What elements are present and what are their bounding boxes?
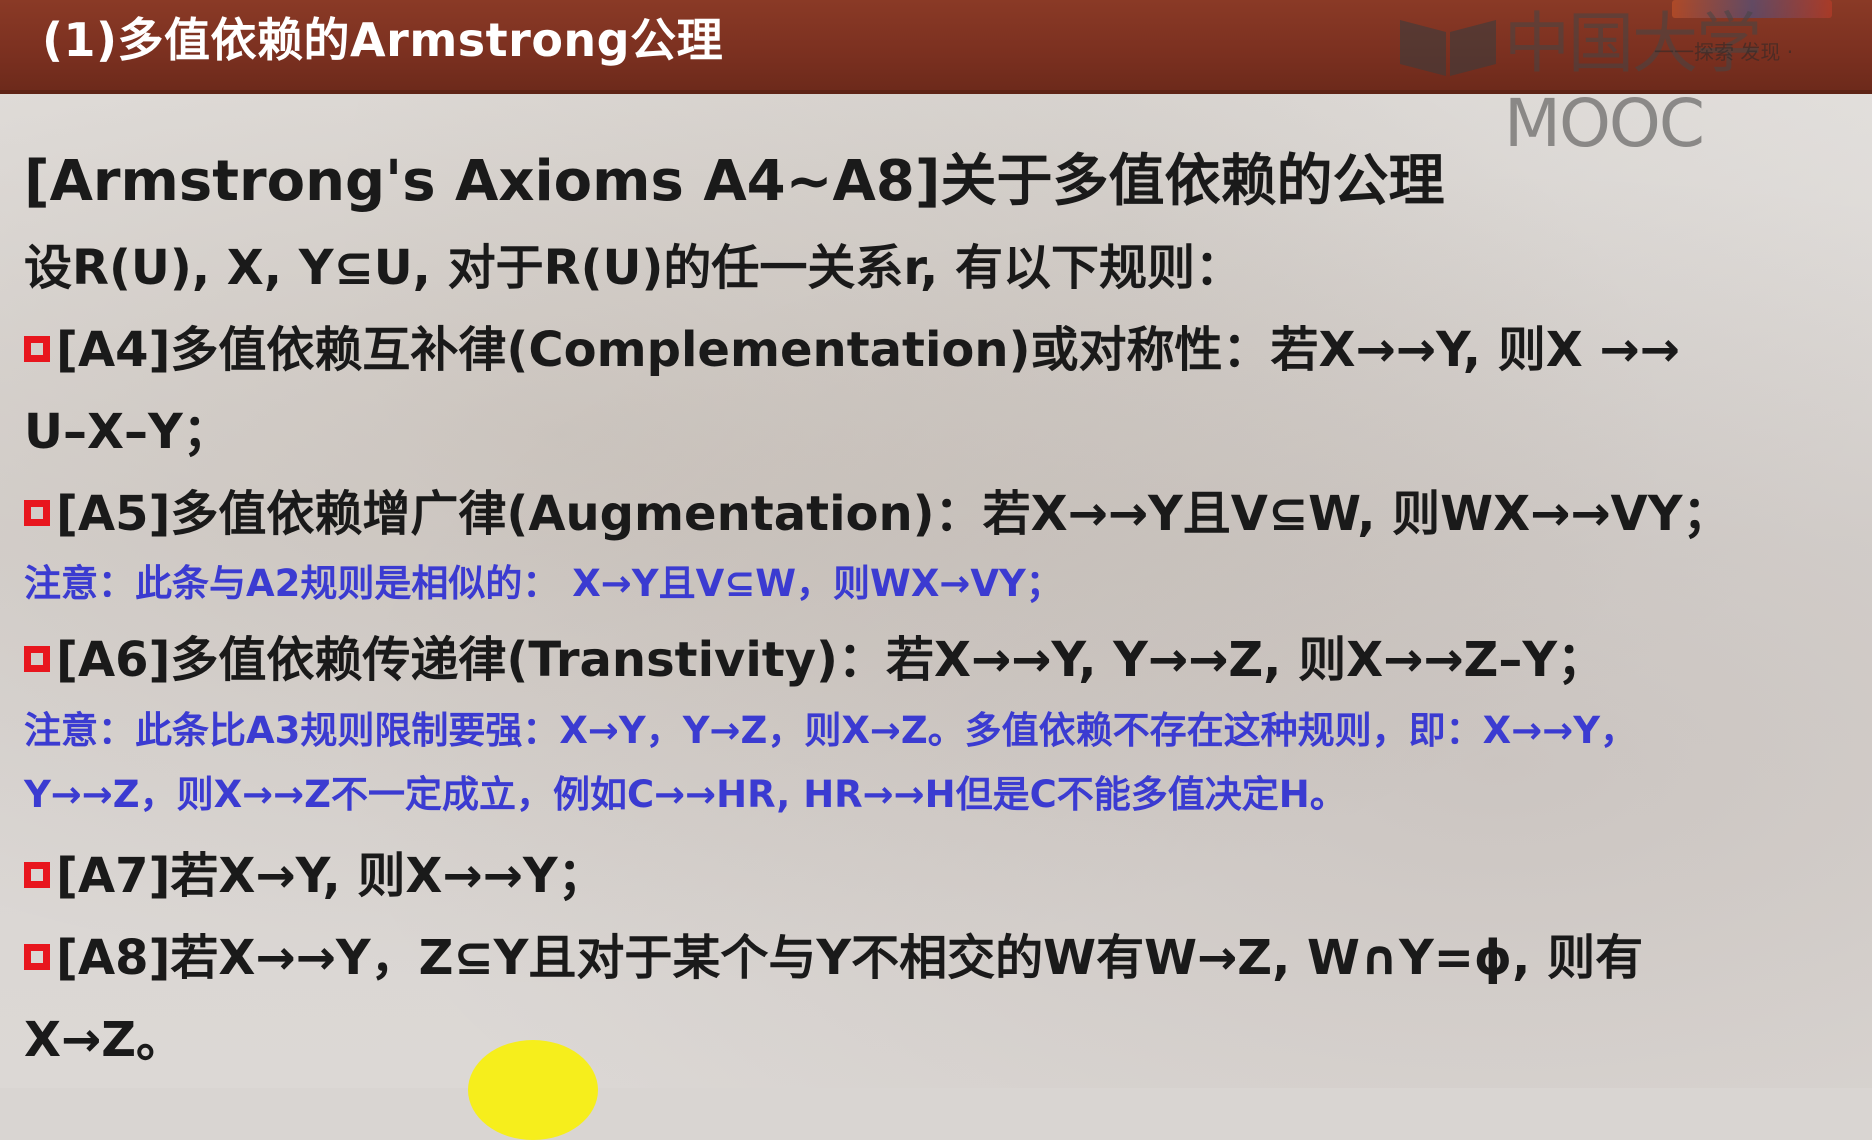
red-square-bullet-icon [24, 944, 50, 970]
rule-a8-text: [A8]若X→→Y，Z⊆Y且对于某个与Y不相交的W有W→Z, W∩Y=ϕ, 则有 [56, 930, 1644, 986]
rule-a6: [A6]多值依赖传递律(Transtivity)：若X→→Y, Y→→Z, 则X… [24, 620, 1605, 690]
red-square-bullet-icon [24, 862, 50, 888]
rule-a6-note-line2: Y→→Z，则X→→Z不一定成立，例如C→→HR, HR→→H但是C不能多值决定H… [24, 773, 1347, 816]
rule-a7-text: [A7]若X→Y, 则X→→Y； [56, 848, 606, 904]
rule-a8-continuation: X→Z。 [24, 1012, 185, 1068]
red-square-bullet-icon [24, 500, 50, 526]
red-square-bullet-icon [24, 646, 50, 672]
slide-content: [Armstrong's Axioms A4~A8]关于多值依赖的公理 设R(U… [0, 0, 1872, 1088]
red-square-bullet-icon [24, 336, 50, 362]
rule-a5: [A5]多值依赖增广律(Augmentation)：若X→→Y且V⊆W, 则WX… [24, 474, 1730, 544]
rule-a4-text: [A4]多值依赖互补律(Complementation)或对称性：若X→→Y, … [56, 322, 1680, 378]
slide-heading: [Armstrong's Axioms A4~A8]关于多值依赖的公理 [24, 149, 1445, 214]
rule-a6-text: [A6]多值依赖传递律(Transtivity)：若X→→Y, Y→→Z, 则X… [56, 632, 1606, 688]
rule-a5-text: [A5]多值依赖增广律(Augmentation)：若X→→Y且V⊆W, 则WX… [56, 486, 1731, 542]
rule-a4: [A4]多值依赖互补律(Complementation)或对称性：若X→→Y, … [24, 310, 1680, 380]
intro-text: 设R(U), X, Y⊆U, 对于R(U)的任一关系r, 有以下规则： [24, 240, 1243, 296]
rule-a8: [A8]若X→→Y，Z⊆Y且对于某个与Y不相交的W有W→Z, W∩Y=ϕ, 则有 [24, 918, 1643, 988]
rule-a4-continuation: U–X–Y； [24, 404, 231, 460]
mouse-cursor-highlight [468, 1040, 598, 1140]
rule-a7: [A7]若X→Y, 则X→→Y； [24, 836, 606, 906]
rule-a6-note-line1: 注意：此条比A3规则限制要强：X→Y，Y→Z，则X→Z。多值依赖不存在这种规则，… [24, 709, 1638, 752]
rule-a5-note: 注意：此条与A2规则是相似的： X→Y且V⊆W，则WX→VY； [24, 562, 1063, 605]
